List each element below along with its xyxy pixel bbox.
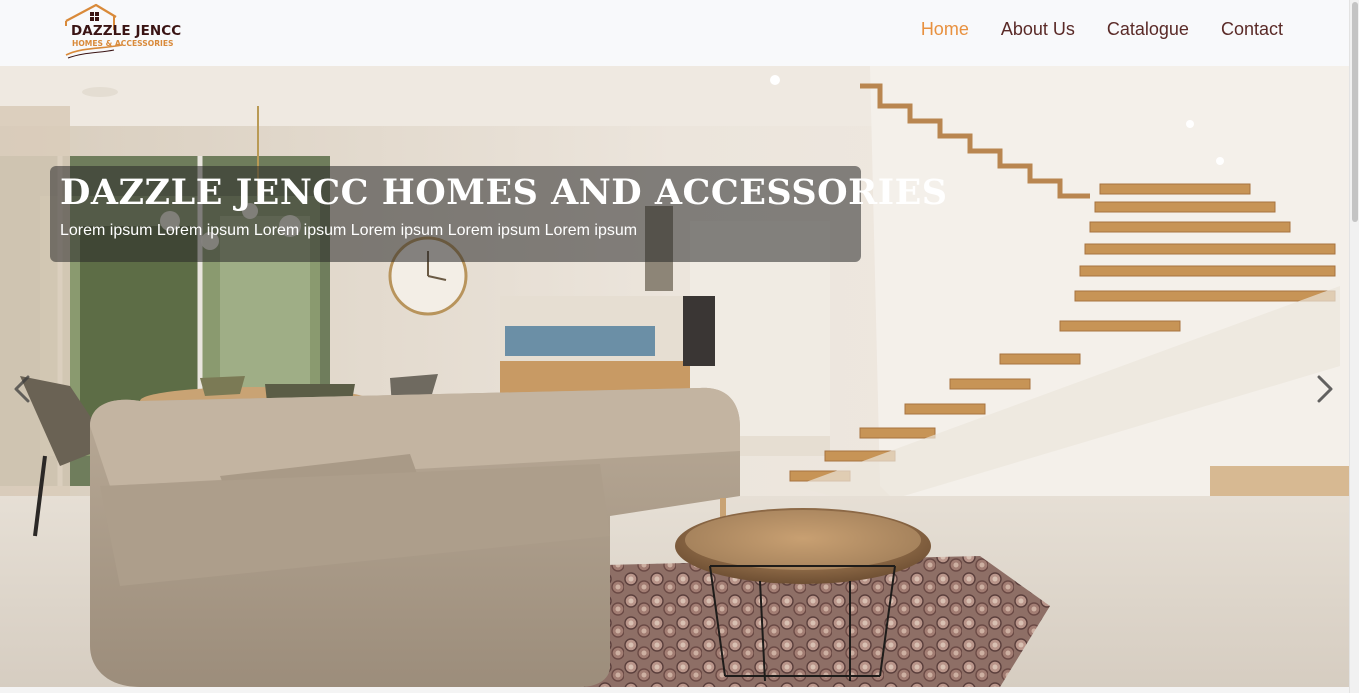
carousel-prev-button[interactable] xyxy=(6,371,42,407)
nav-catalogue-link[interactable]: Catalogue xyxy=(1107,19,1189,40)
scrollbar-thumb[interactable] xyxy=(1352,2,1358,222)
brand-name: DAZZLE JENCC xyxy=(71,23,182,39)
brand-logo[interactable]: DAZZLE JENCC HOMES & ACCESSORIES xyxy=(62,3,192,61)
page-bottom-edge xyxy=(0,687,1349,693)
nav-contact-link[interactable]: Contact xyxy=(1221,19,1283,40)
nav-home-link[interactable]: Home xyxy=(921,19,969,40)
navbar: DAZZLE JENCC HOMES & ACCESSORIES Home Ab… xyxy=(0,0,1349,66)
brand-tagline: HOMES & ACCESSORIES xyxy=(72,39,174,48)
carousel-next-button[interactable] xyxy=(1307,371,1343,407)
chevron-left-icon xyxy=(14,375,30,403)
chevron-right-icon xyxy=(1317,375,1333,403)
main-nav: Home About Us Catalogue Contact xyxy=(921,19,1283,40)
hero-title: DAZZLE JENCC HOMES AND ACCESSORIES xyxy=(60,172,948,213)
hero-caption: DAZZLE JENCC HOMES AND ACCESSORIES Lorem… xyxy=(50,166,948,262)
hero-subtitle: Lorem ipsum Lorem ipsum Lorem ipsum Lore… xyxy=(60,222,638,239)
hero-image-living-room xyxy=(0,66,1349,687)
page: DAZZLE JENCC HOMES & ACCESSORIES Home Ab… xyxy=(0,0,1359,693)
hero-carousel: DAZZLE JENCC HOMES AND ACCESSORIES Lorem… xyxy=(0,66,1349,687)
nav-about-us-link[interactable]: About Us xyxy=(1001,19,1075,40)
vertical-scrollbar[interactable] xyxy=(1349,0,1359,693)
